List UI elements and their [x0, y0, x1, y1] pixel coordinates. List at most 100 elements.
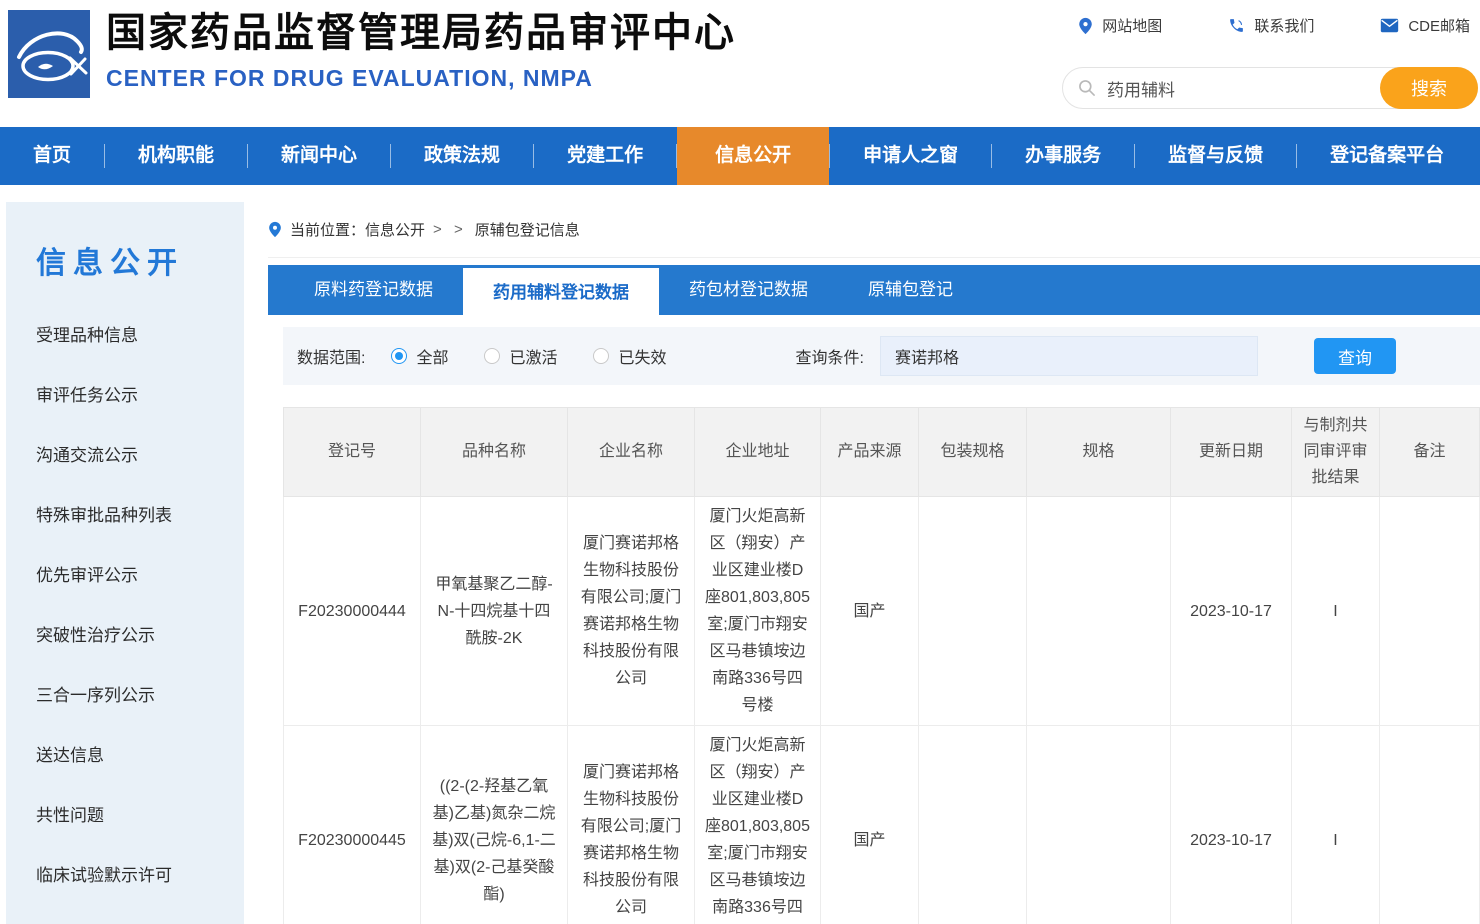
table-cell: [919, 726, 1027, 924]
table-cell: 厦门赛诺邦格生物科技股份有限公司;厦门赛诺邦格生物科技股份有限公司: [568, 497, 695, 726]
contact-link[interactable]: 联系我们: [1228, 15, 1314, 36]
column-header: 企业地址: [695, 408, 821, 497]
table-cell: [919, 497, 1027, 726]
query-button[interactable]: 查询: [1314, 338, 1396, 374]
sidebar-list: 受理品种信息审评任务公示沟通交流公示特殊审批品种列表优先审评公示突破性治疗公示三…: [6, 306, 244, 924]
radio-button[interactable]: [391, 348, 407, 364]
sitemap-link[interactable]: 网站地图: [1078, 15, 1162, 36]
table-row: F20230000444甲氧基聚乙二醇-N-十四烷基十四酰胺-2K厦门赛诺邦格生…: [284, 497, 1480, 726]
query-input[interactable]: [880, 336, 1258, 376]
sidebar-item[interactable]: 突破性治疗公示: [6, 606, 244, 666]
radio-button[interactable]: [484, 348, 500, 364]
sidebar-item[interactable]: 上市药品信息: [6, 906, 244, 924]
filter-bar: 数据范围: 全部已激活已失效 查询条件: 查询: [283, 327, 1480, 385]
sidebar-item[interactable]: 送达信息: [6, 726, 244, 786]
table-cell: I: [1292, 726, 1380, 924]
table-cell: I: [1292, 497, 1380, 726]
tab[interactable]: 药包材登记数据: [659, 265, 838, 315]
column-header: 规格: [1027, 408, 1171, 497]
nav-item[interactable]: 党建工作: [534, 127, 676, 185]
sidebar-item[interactable]: 优先审评公示: [6, 546, 244, 606]
envelope-icon: [1380, 18, 1399, 33]
sidebar-title: 信息公开: [6, 238, 244, 282]
table-cell: 厦门火炬高新区（翔安）产业区建业楼D座801,803,805室;厦门市翔安区马巷…: [695, 497, 821, 726]
mailbox-label: CDE邮箱: [1408, 15, 1470, 36]
site-search: 搜索: [1062, 67, 1478, 109]
sidebar-item[interactable]: 审评任务公示: [6, 366, 244, 426]
column-header: 产品来源: [821, 408, 919, 497]
table-cell: 2023-10-17: [1171, 726, 1292, 924]
tab[interactable]: 原料药登记数据: [284, 265, 463, 315]
table-cell: F20230000444: [284, 497, 421, 726]
radio-label: 全部: [416, 344, 448, 368]
table-cell: [1380, 497, 1480, 726]
breadcrumb-section[interactable]: 信息公开: [365, 219, 425, 240]
sidebar-item[interactable]: 特殊审批品种列表: [6, 486, 244, 546]
column-header: 更新日期: [1171, 408, 1292, 497]
column-header: 企业名称: [568, 408, 695, 497]
tab[interactable]: 药用辅料登记数据: [463, 268, 659, 318]
breadcrumb-separator: > >: [433, 221, 467, 238]
breadcrumb: 当前位置：信息公开 > > 原辅包登记信息: [268, 219, 1480, 240]
radio-option[interactable]: 全部: [391, 344, 448, 368]
mailbox-link[interactable]: CDE邮箱: [1380, 15, 1470, 36]
nav-item[interactable]: 监督与反馈: [1135, 127, 1296, 185]
table-header-row: 登记号品种名称企业名称企业地址产品来源包装规格规格更新日期与制剂共同审评审批结果…: [284, 408, 1480, 497]
site-header: 国家药品监督管理局药品审评中心 CENTER FOR DRUG EVALUATI…: [0, 0, 1480, 127]
query-label: 查询条件:: [796, 344, 864, 368]
site-title: 国家药品监督管理局药品审评中心: [106, 8, 736, 58]
sidebar-item[interactable]: 沟通交流公示: [6, 426, 244, 486]
column-header: 登记号: [284, 408, 421, 497]
column-header: 与制剂共同审评审批结果: [1292, 408, 1380, 497]
content: 当前位置：信息公开 > > 原辅包登记信息 原料药登记数据药用辅料登记数据药包材…: [244, 185, 1480, 924]
sidebar: 信息公开 受理品种信息审评任务公示沟通交流公示特殊审批品种列表优先审评公示突破性…: [6, 202, 244, 924]
nav-item[interactable]: 办事服务: [992, 127, 1134, 185]
radio-label: 已失效: [618, 344, 666, 368]
table-cell: [1027, 497, 1171, 726]
nav-item[interactable]: 政策法规: [391, 127, 533, 185]
location-pin-icon: [268, 221, 282, 238]
sidebar-item[interactable]: 受理品种信息: [6, 306, 244, 366]
nav-item[interactable]: 首页: [0, 127, 104, 185]
phone-icon: [1228, 17, 1245, 34]
nav-item[interactable]: 申请人之窗: [830, 127, 991, 185]
table-cell: 国产: [821, 497, 919, 726]
tab-bar: 原料药登记数据药用辅料登记数据药包材登记数据原辅包登记: [268, 265, 1480, 315]
registration-table: 登记号品种名称企业名称企业地址产品来源包装规格规格更新日期与制剂共同审评审批结果…: [283, 407, 1480, 924]
table-cell: 厦门赛诺邦格生物科技股份有限公司;厦门赛诺邦格生物科技股份有限公司: [568, 726, 695, 924]
contact-label: 联系我们: [1254, 15, 1314, 36]
quick-links: 网站地图 联系我们 CDE邮箱: [1078, 15, 1470, 36]
nav-item[interactable]: 信息公开: [677, 127, 829, 185]
radio-button[interactable]: [593, 348, 609, 364]
table-cell: 国产: [821, 726, 919, 924]
table-cell: F20230000445: [284, 726, 421, 924]
scope-radio-group: 全部 已激活 已失效: [391, 344, 666, 368]
cde-logo: [8, 10, 90, 98]
column-header: 备注: [1380, 408, 1480, 497]
radio-option[interactable]: 已激活: [484, 344, 557, 368]
sidebar-item[interactable]: 临床试验默示许可: [6, 846, 244, 906]
radio-option[interactable]: 已失效: [593, 344, 666, 368]
main-nav: 首页机构职能新闻中心政策法规党建工作信息公开申请人之窗办事服务监督与反馈登记备案…: [0, 127, 1480, 185]
sidebar-item[interactable]: 共性问题: [6, 786, 244, 846]
search-icon: [1077, 78, 1097, 98]
nav-item[interactable]: 机构职能: [105, 127, 247, 185]
tab[interactable]: 原辅包登记: [838, 265, 983, 315]
table-cell: 厦门火炬高新区（翔安）产业区建业楼D座801,803,805室;厦门市翔安区马巷…: [695, 726, 821, 924]
column-header: 包装规格: [919, 408, 1027, 497]
breadcrumb-current: 原辅包登记信息: [475, 219, 580, 240]
content-divider: [268, 257, 1480, 258]
table-cell: [1380, 726, 1480, 924]
table-cell: 2023-10-17: [1171, 497, 1292, 726]
table-cell: 甲氧基聚乙二醇-N-十四烷基十四酰胺-2K: [421, 497, 568, 726]
radio-label: 已激活: [509, 344, 557, 368]
breadcrumb-label: 当前位置：: [290, 219, 365, 240]
table-cell: [1027, 726, 1171, 924]
map-pin-icon: [1078, 17, 1093, 35]
sitemap-label: 网站地图: [1102, 15, 1162, 36]
nav-item[interactable]: 登记备案平台: [1297, 127, 1477, 185]
search-button[interactable]: 搜索: [1380, 67, 1478, 109]
table-cell: ((2-(2-羟基乙氧基)乙基)氮杂二烷基)双(己烷-6,1-二基)双(2-己基…: [421, 726, 568, 924]
sidebar-item[interactable]: 三合一序列公示: [6, 666, 244, 726]
nav-item[interactable]: 新闻中心: [248, 127, 390, 185]
